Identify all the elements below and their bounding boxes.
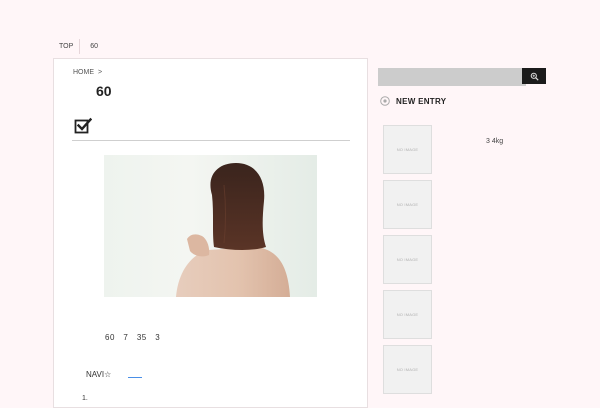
entry-thumbnail[interactable]: NO IMAGE — [383, 345, 432, 394]
nav-item-current[interactable]: 60 — [80, 39, 104, 54]
woman-back-illustration — [176, 163, 290, 297]
article-photo — [104, 155, 317, 297]
checkbox-icon — [74, 117, 92, 134]
navi-label: NAVI☆ — [86, 370, 112, 379]
entry-thumbnail[interactable]: NO IMAGE — [383, 180, 432, 229]
article-body-text: 60 7 35 3 — [105, 333, 161, 342]
navi-link[interactable] — [128, 377, 142, 378]
search-button[interactable] — [522, 68, 546, 84]
top-navigation: TOP 60 — [53, 39, 104, 54]
breadcrumb: HOME > — [73, 69, 102, 76]
list-item-number: 1. — [82, 395, 88, 402]
new-entry-title: NEW ENTRY — [396, 96, 447, 106]
entry-title-link[interactable]: 3 4kg — [486, 138, 503, 145]
article-panel: HOME > 60 60 7 35 3 NAVI☆ 1. — [53, 58, 368, 408]
new-entry-heading: NEW ENTRY — [380, 96, 446, 106]
entry-thumbnail[interactable]: NO IMAGE — [383, 235, 432, 284]
breadcrumb-home-link[interactable]: HOME — [73, 69, 94, 76]
breadcrumb-separator: > — [97, 69, 103, 76]
magnifier-icon — [530, 72, 539, 81]
entry-thumbnail[interactable]: NO IMAGE — [383, 125, 432, 174]
title-divider — [72, 140, 350, 141]
search-input[interactable] — [378, 68, 526, 86]
nav-item-top[interactable]: TOP — [53, 39, 81, 54]
page-title: 60 — [96, 83, 112, 99]
circle-arrow-icon — [380, 96, 390, 106]
entry-thumbnail[interactable]: NO IMAGE — [383, 290, 432, 339]
